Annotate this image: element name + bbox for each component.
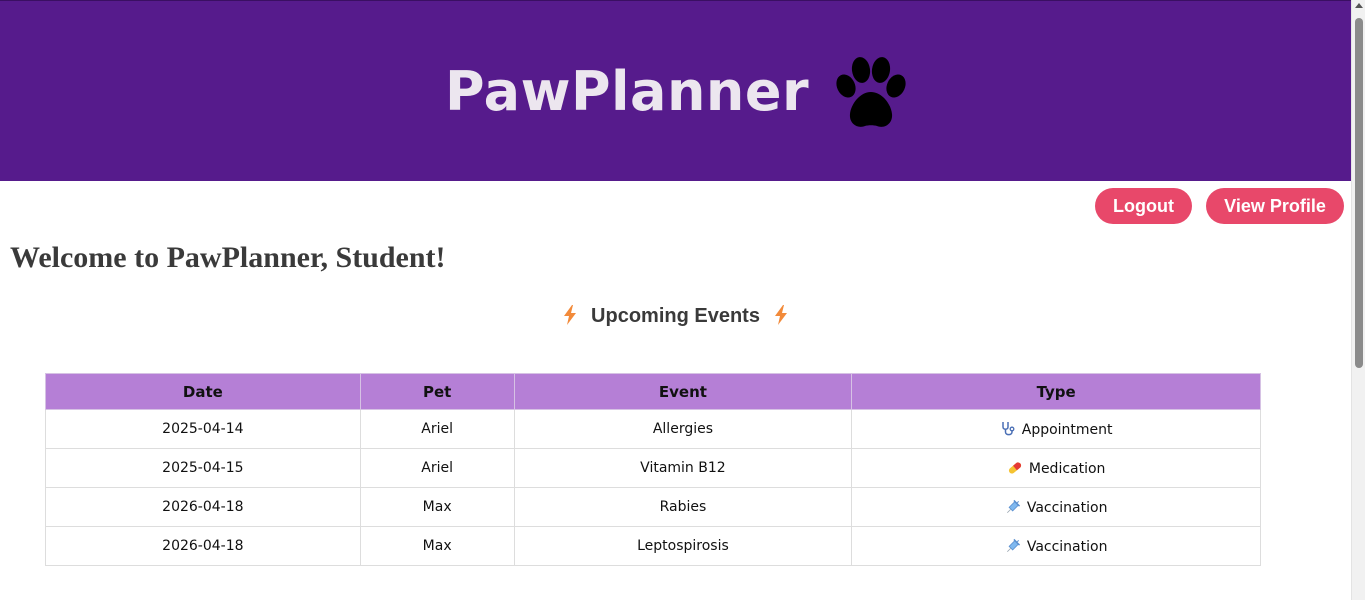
type-cell: Vaccination [851,526,1261,566]
app-header: PawPlanner [0,0,1351,181]
logout-button[interactable]: Logout [1095,188,1192,224]
page: PawPlanner Logout View Profile Welcome t… [0,0,1351,600]
type-label: Vaccination [1026,538,1108,555]
table-row: 2026-04-18 Max Leptospirosis Vaccination [45,526,1261,566]
type-label: Medication [1028,460,1106,477]
table-row: 2025-04-15 Ariel Vitamin B12 Medication [45,448,1261,488]
welcome-heading: Welcome to PawPlanner, Student! [10,241,446,274]
table-row: 2026-04-18 Max Rabies Vaccination [45,487,1261,527]
vertical-scrollbar[interactable] [1351,0,1365,600]
pet-cell: Max [359,487,515,527]
table-header-row: Date Pet Event Type [45,373,1261,410]
upcoming-events-title: Upcoming Events [591,305,760,327]
date-cell: 2026-04-18 [45,526,361,566]
date-cell: 2026-04-18 [45,487,361,527]
lightning-icon [564,305,577,325]
pet-cell: Ariel [359,409,515,449]
event-cell: Allergies [513,409,853,449]
type-label: Vaccination [1026,499,1108,516]
app-title: PawPlanner [445,60,810,123]
paw-icon [836,57,906,127]
event-cell: Rabies [513,487,853,527]
type-label: Appointment [1021,421,1113,438]
upcoming-events-heading: Upcoming Events [0,302,1351,330]
view-profile-button[interactable]: View Profile [1206,188,1344,224]
lightning-icon [774,305,787,325]
column-header-type: Type [851,373,1261,410]
type-cell: Vaccination [851,487,1261,527]
syringe-icon [1006,538,1020,552]
stethoscope-icon [1002,421,1015,435]
column-header-event: Event [513,373,853,410]
events-table: Date Pet Event Type 2025-04-14 Ariel All… [45,373,1261,566]
syringe-icon [1006,499,1020,513]
type-cell: Medication [851,448,1261,488]
pill-icon [1008,461,1021,474]
pet-cell: Ariel [359,448,515,488]
type-cell: Appointment [851,409,1261,449]
pet-cell: Max [359,526,515,566]
date-cell: 2025-04-15 [45,448,361,488]
table-row: 2025-04-14 Ariel Allergies Appointment [45,409,1261,449]
date-cell: 2025-04-14 [45,409,361,449]
scrollbar-thumb[interactable] [1355,18,1363,368]
column-header-pet: Pet [359,373,515,410]
event-cell: Vitamin B12 [513,448,853,488]
scroll-up-arrow-icon[interactable] [1355,3,1363,8]
event-cell: Leptospirosis [513,526,853,566]
column-header-date: Date [45,373,361,410]
